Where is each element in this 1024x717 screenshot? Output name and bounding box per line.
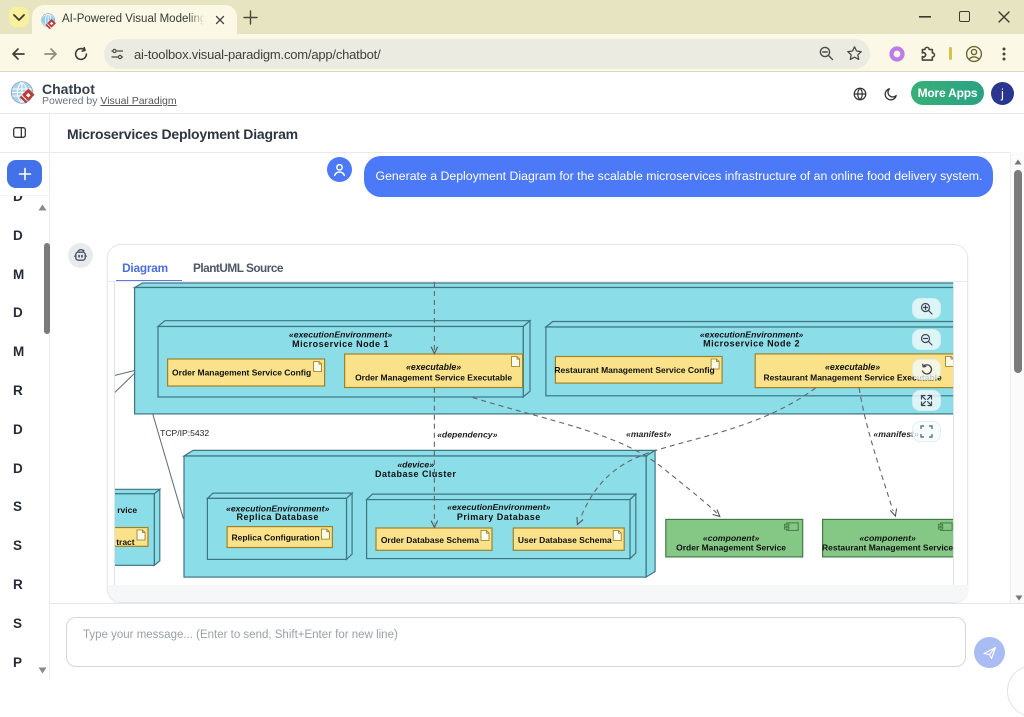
svg-text:Order Management Service: Order Management Service xyxy=(677,542,787,552)
svg-text:Database Cluster: Database Cluster xyxy=(375,469,456,479)
svg-text:«executionEnvironment»: «executionEnvironment» xyxy=(448,502,551,512)
svg-text:Order Management Service Execu: Order Management Service Executable xyxy=(355,373,512,383)
svg-text:rvice: rvice xyxy=(118,505,138,515)
svg-text:«component»: «component» xyxy=(860,533,917,543)
svg-text:Microservice Node 1: Microservice Node 1 xyxy=(293,339,390,349)
svg-text:Primary Database: Primary Database xyxy=(457,512,541,522)
svg-text:TCP/IP:5432: TCP/IP:5432 xyxy=(160,428,209,438)
svg-text:Order Management Service Confi: Order Management Service Config xyxy=(172,368,311,378)
svg-text:«component»: «component» xyxy=(703,533,760,543)
svg-text:«executable»: «executable» xyxy=(825,362,880,372)
svg-text:tract: tract xyxy=(117,537,136,547)
svg-text:Restaurant Management Service: Restaurant Management Service Config xyxy=(555,365,715,375)
svg-text:Restaurant Management Service: Restaurant Management Service xyxy=(822,542,952,552)
svg-text:User Database Schema: User Database Schema xyxy=(518,535,612,545)
svg-text:«manifest»: «manifest» xyxy=(626,429,672,439)
svg-text:«executable»: «executable» xyxy=(406,362,461,372)
svg-text:Replica Configuration: Replica Configuration xyxy=(232,532,320,542)
svg-text:«dependency»: «dependency» xyxy=(437,429,498,439)
svg-text:Replica Database: Replica Database xyxy=(237,512,319,522)
svg-text:Microservice Node 2: Microservice Node 2 xyxy=(704,339,801,349)
svg-text:Order Database Schema: Order Database Schema xyxy=(381,535,479,545)
